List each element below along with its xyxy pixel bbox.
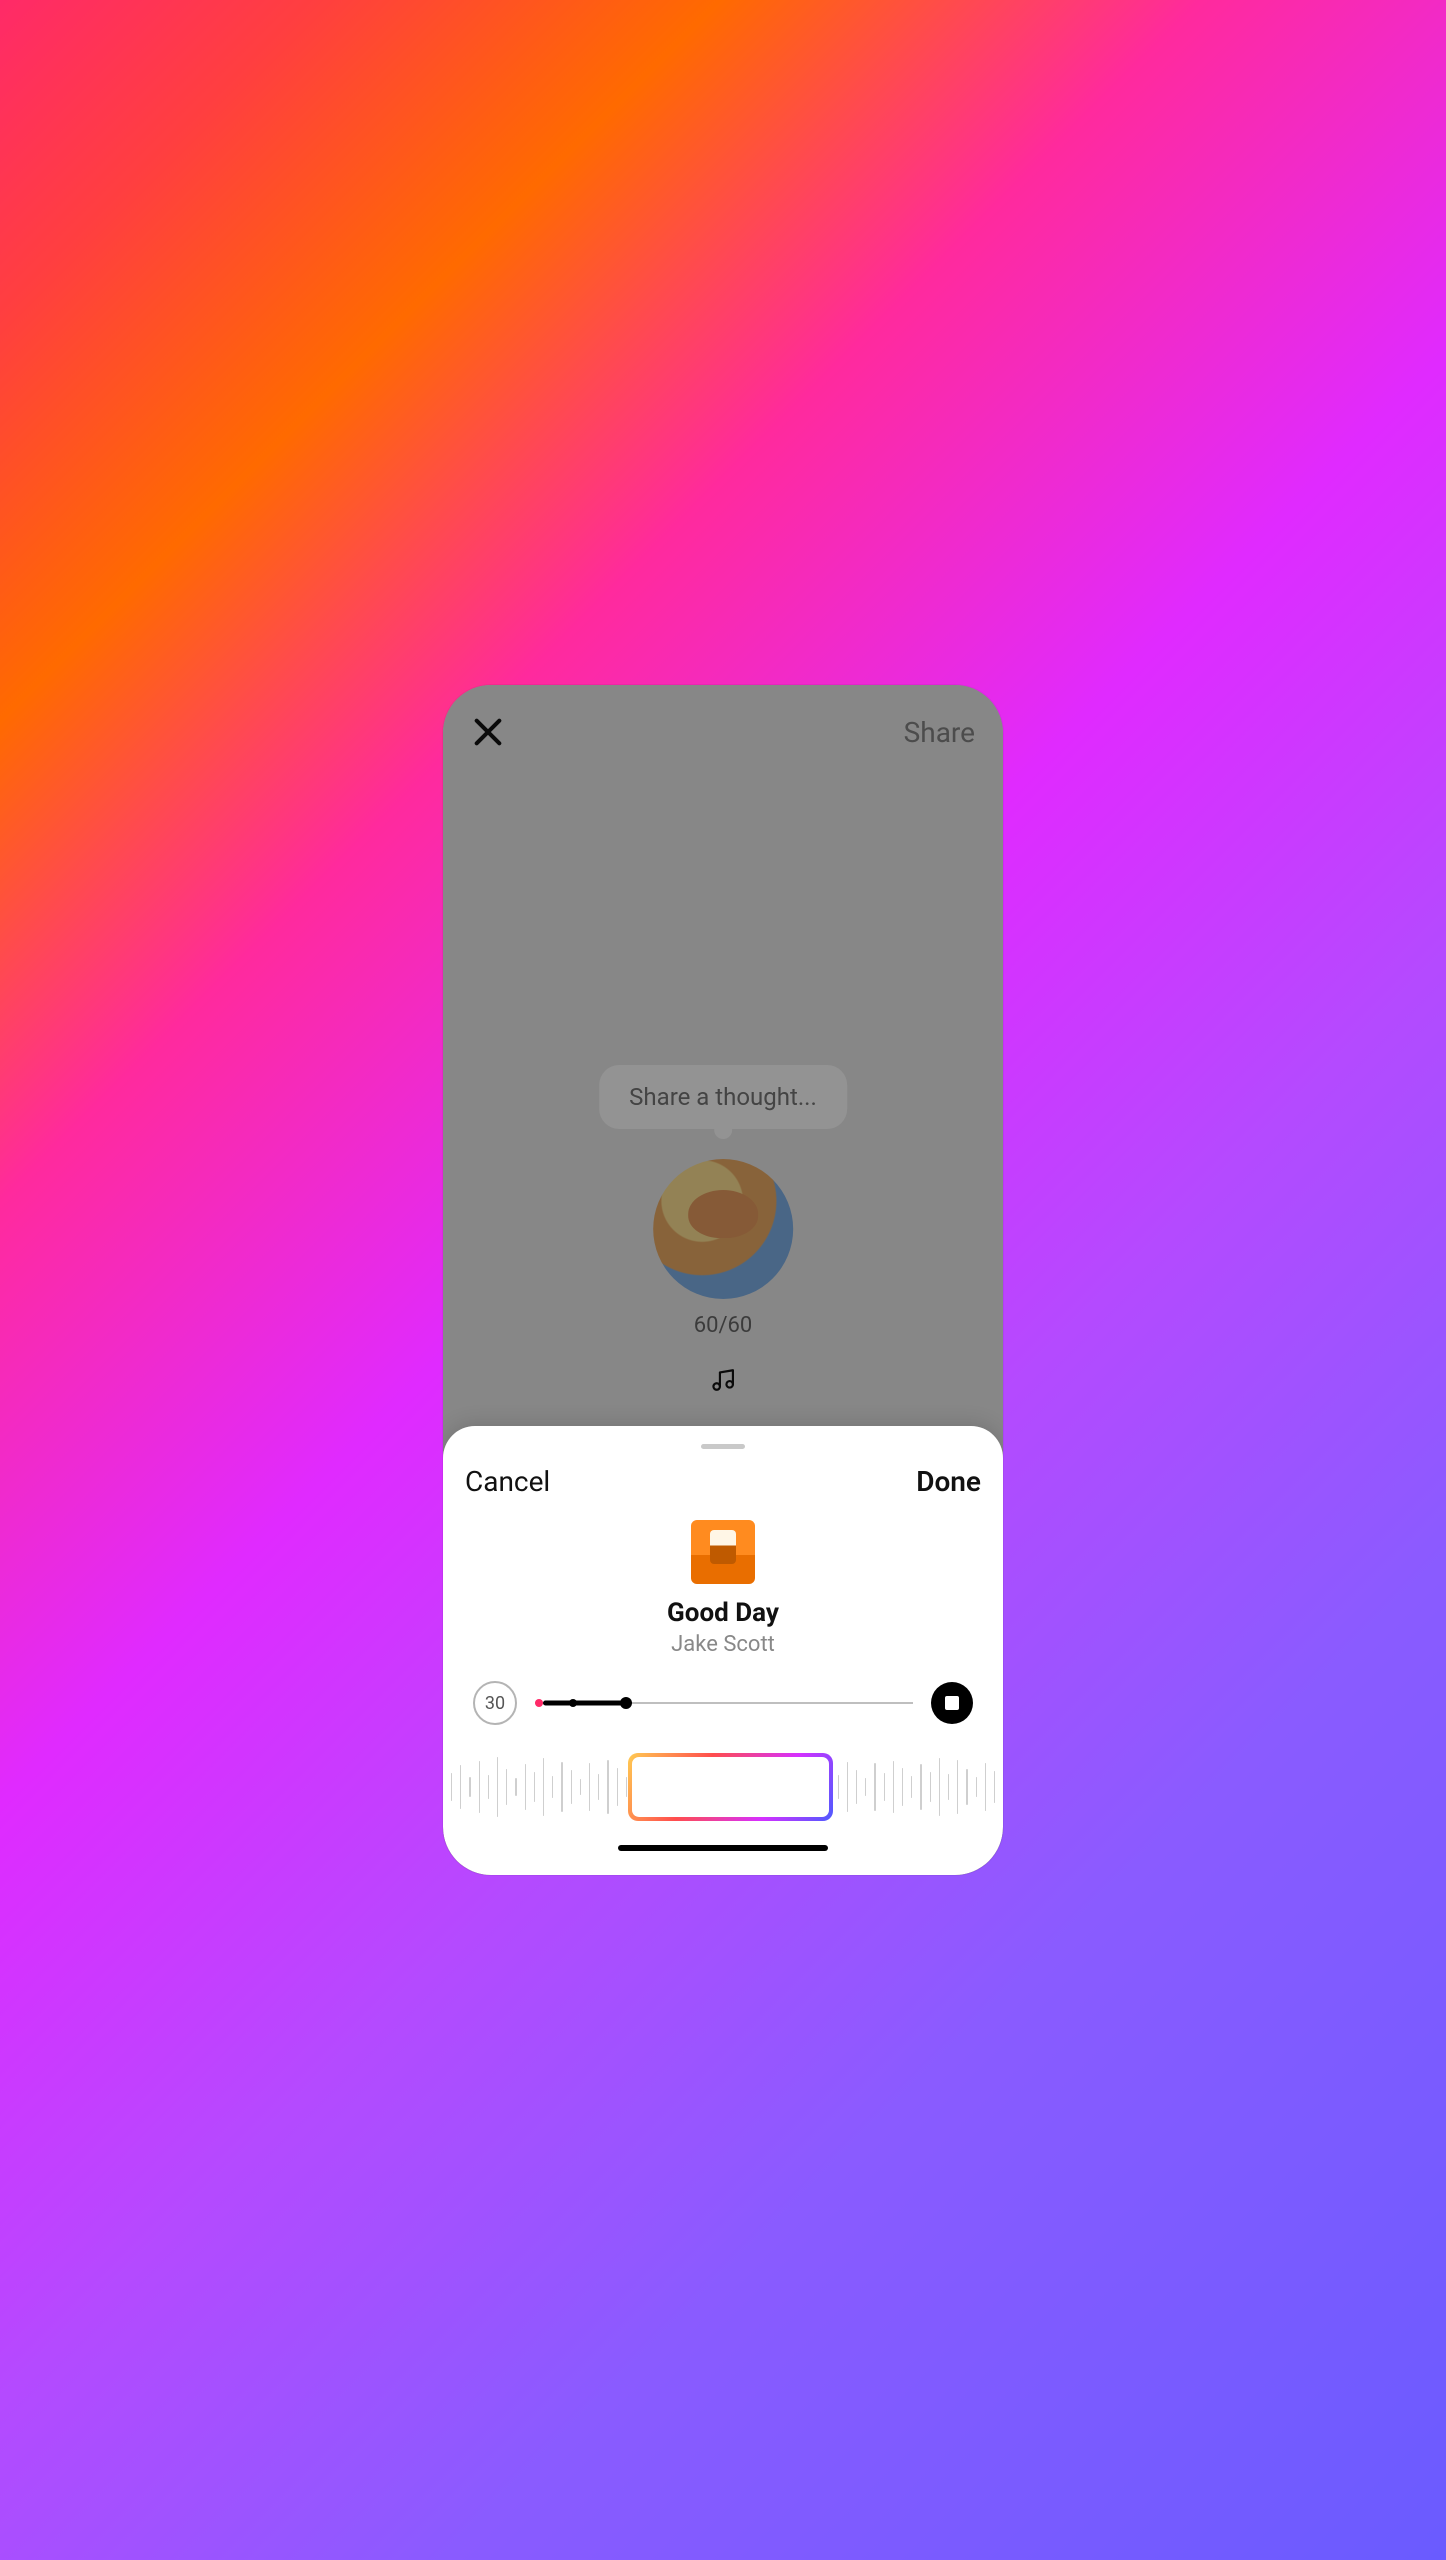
share-button[interactable]: Share (904, 716, 975, 749)
wave-bar (479, 1761, 480, 1813)
wave-bar (506, 1769, 507, 1805)
close-icon[interactable] (471, 715, 505, 749)
avatar (653, 1159, 793, 1299)
wave-bar (893, 1761, 894, 1813)
wave-bar (607, 1760, 608, 1814)
done-button[interactable]: Done (916, 1465, 981, 1498)
wave-bar (884, 1773, 885, 1801)
wave-bar (994, 1771, 995, 1803)
wave-bar (911, 1776, 912, 1798)
wave-bar (976, 1777, 977, 1797)
wave-bar (561, 1762, 562, 1812)
wave-bar (488, 1775, 489, 1799)
wave-bar (948, 1774, 949, 1800)
phone-frame: Share Share a thought... 60/60 Cancel Do… (443, 685, 1003, 1875)
home-indicator (618, 1845, 828, 1851)
wave-bar (451, 1773, 452, 1801)
wave-bar (856, 1770, 857, 1804)
wave-bar (543, 1758, 544, 1816)
wave-bar (460, 1765, 461, 1809)
cancel-button[interactable]: Cancel (465, 1465, 550, 1498)
wave-bar (847, 1762, 848, 1812)
marker-mid-icon (569, 1699, 577, 1707)
wave-bar (985, 1763, 986, 1811)
progress-segment (543, 1701, 626, 1706)
wave-bar (902, 1768, 903, 1806)
sheet-grabber[interactable] (701, 1444, 745, 1449)
wave-bar (589, 1763, 590, 1811)
wave-bar (497, 1757, 498, 1817)
wave-bar (525, 1764, 526, 1810)
playhead-knob[interactable] (620, 1697, 632, 1709)
music-clip-sheet: Cancel Done Good Day Jake Scott 30 (443, 1426, 1003, 1875)
music-icon[interactable] (709, 1366, 737, 1394)
clip-duration-pill[interactable]: 30 (473, 1681, 517, 1725)
track-title: Good Day (443, 1598, 1003, 1628)
wave-bar (626, 1777, 627, 1797)
wave-bar (966, 1769, 967, 1805)
wave-bar (957, 1760, 958, 1814)
wave-bar (552, 1776, 553, 1798)
wave-bar (580, 1779, 581, 1795)
wave-bar (617, 1768, 618, 1806)
wave-bar (930, 1772, 931, 1802)
wave-bar (838, 1775, 839, 1799)
wave-bar (534, 1772, 535, 1802)
char-counter: 60/60 (599, 1313, 847, 1338)
wave-bar (571, 1770, 572, 1804)
wave-bar (515, 1778, 516, 1796)
wave-bar (920, 1764, 921, 1810)
wave-bar (469, 1777, 470, 1797)
wave-bar (874, 1763, 875, 1811)
album-art (691, 1520, 755, 1584)
wave-bar (865, 1778, 866, 1796)
stop-icon (945, 1696, 959, 1710)
track-artist: Jake Scott (443, 1632, 1003, 1657)
wave-bar (598, 1774, 599, 1800)
stop-button[interactable] (931, 1682, 973, 1724)
thought-input[interactable]: Share a thought... (599, 1065, 847, 1129)
clip-selection-frame[interactable] (628, 1753, 833, 1821)
wave-bar (939, 1758, 940, 1816)
progress-track[interactable] (535, 1702, 913, 1704)
